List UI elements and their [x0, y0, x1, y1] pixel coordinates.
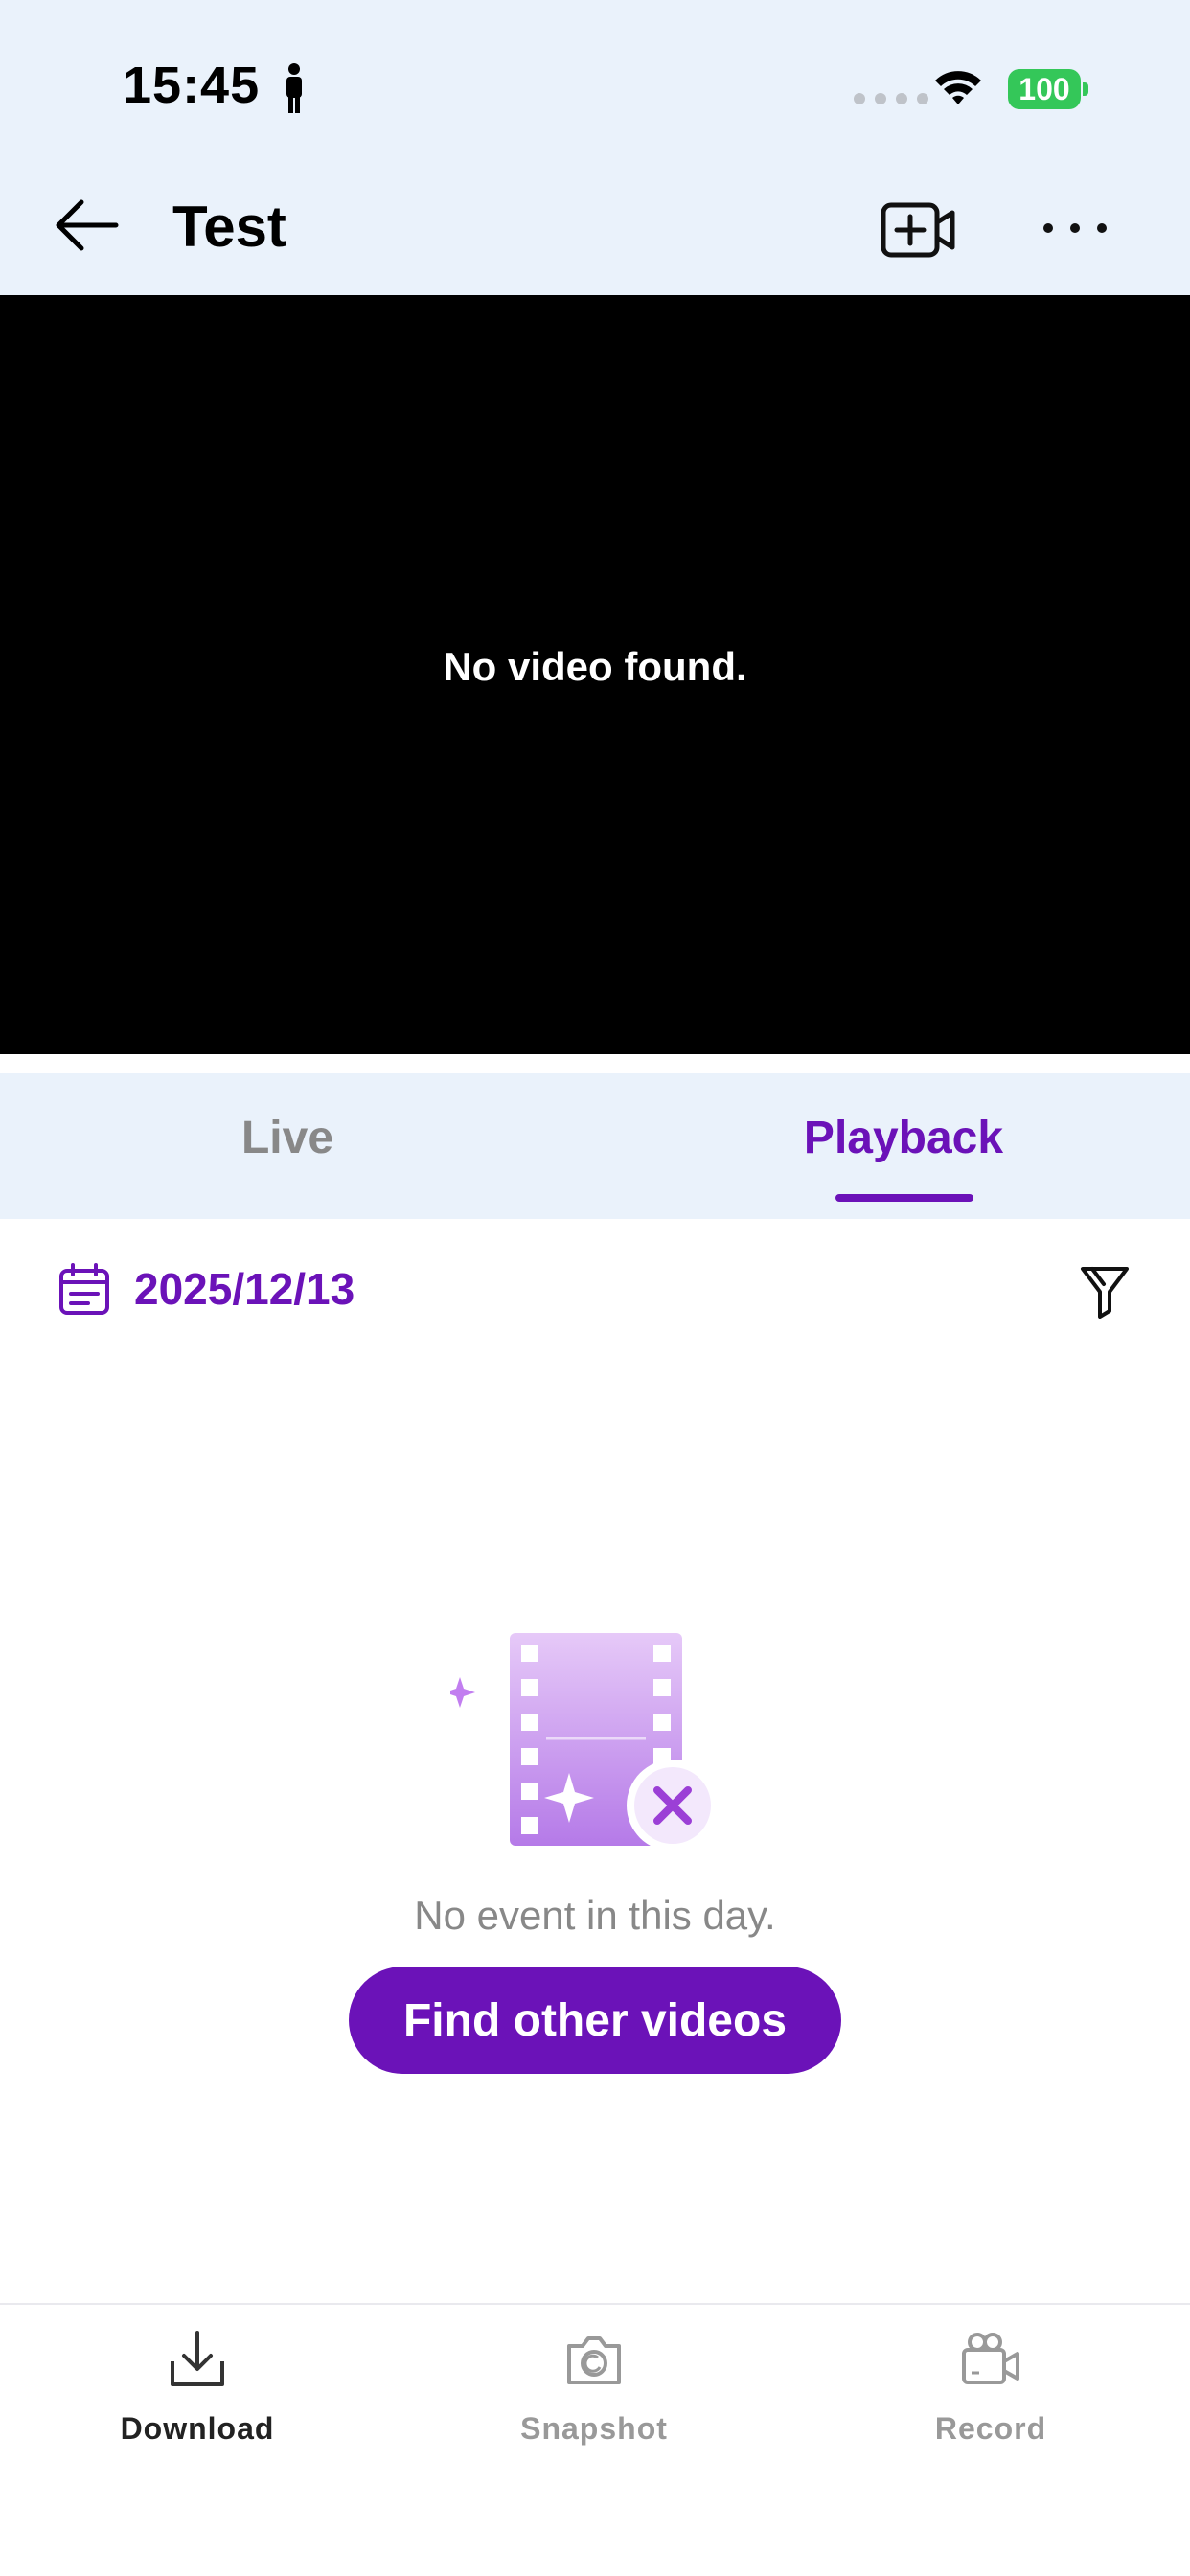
download-label: Download	[120, 2411, 275, 2446]
filter-icon[interactable]	[1079, 1263, 1131, 1319]
bottom-bar-divider	[0, 2303, 1190, 2305]
camera-icon	[567, 2336, 621, 2384]
back-arrow-icon	[56, 199, 119, 251]
snapshot-label: Snapshot	[520, 2411, 668, 2446]
download-button[interactable]: Download	[54, 2329, 341, 2447]
add-camera-icon[interactable]	[878, 196, 958, 263]
more-options-icon[interactable]	[1035, 203, 1115, 251]
wifi-icon	[935, 71, 981, 104]
record-label: Record	[934, 2411, 1047, 2446]
no-video-illustration	[450, 1633, 719, 1852]
download-icon	[171, 2331, 224, 2386]
empty-state-message: No event in this day.	[414, 1893, 776, 1938]
back-button[interactable]	[48, 192, 125, 259]
tab-live[interactable]: Live	[144, 1112, 431, 1164]
video-camera-icon	[962, 2333, 1019, 2384]
tab-playback[interactable]: Playback	[760, 1112, 1047, 1164]
find-other-videos-button[interactable]: Find other videos	[349, 1966, 841, 2074]
snapshot-button[interactable]: Snapshot	[450, 2329, 738, 2447]
battery-indicator: 100	[1008, 69, 1088, 109]
calendar-icon[interactable]	[57, 1263, 111, 1317]
page-title: Test	[172, 195, 286, 259]
status-time: 15:45	[123, 57, 261, 114]
person-icon	[286, 63, 302, 113]
selected-date[interactable]: 2025/12/13	[134, 1263, 355, 1315]
record-button[interactable]: Record	[847, 2329, 1134, 2447]
cellular-signal-icon	[854, 93, 928, 104]
no-video-message: No video found.	[443, 644, 747, 689]
active-tab-indicator	[835, 1194, 973, 1202]
